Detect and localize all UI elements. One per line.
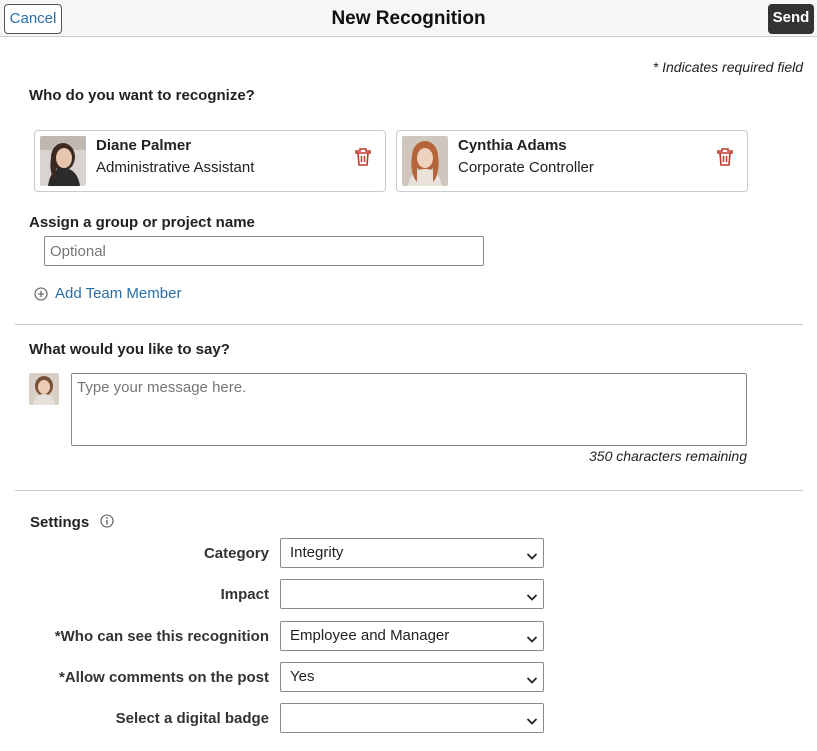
badge-label: Select a digital badge — [115, 710, 269, 727]
visibility-value: Employee and Manager — [290, 627, 450, 644]
group-name-input[interactable] — [44, 236, 484, 266]
message-heading: What would you like to say? — [29, 341, 230, 358]
chevron-down-icon — [526, 589, 538, 601]
chevron-down-icon — [526, 713, 538, 725]
badge-select[interactable] — [280, 703, 544, 733]
comments-select[interactable]: Yes — [280, 662, 544, 692]
visibility-select[interactable]: Employee and Manager — [280, 621, 544, 651]
recipient-name: Diane Palmer — [96, 137, 192, 154]
recipient-title: Corporate Controller — [458, 159, 594, 176]
recipient-title: Administrative Assistant — [96, 159, 255, 176]
comments-label: *Allow comments on the post — [58, 669, 269, 686]
recipient-photo — [402, 136, 448, 186]
group-label: Assign a group or project name — [29, 214, 255, 231]
chevron-down-icon — [526, 672, 538, 684]
category-label: Category — [203, 545, 269, 562]
recipients-heading: Who do you want to recognize? — [29, 87, 255, 104]
chevron-down-icon — [526, 631, 538, 643]
characters-remaining: 350 characters remaining — [589, 448, 747, 464]
cancel-button[interactable]: Cancel — [4, 4, 62, 34]
add-team-member-label: Add Team Member — [55, 285, 182, 302]
category-select[interactable]: Integrity — [280, 538, 544, 568]
impact-label: Impact — [220, 586, 269, 603]
message-textarea[interactable] — [71, 373, 747, 446]
category-value: Integrity — [290, 544, 344, 561]
settings-heading: Settings — [30, 514, 90, 531]
impact-select[interactable] — [280, 579, 544, 609]
send-button[interactable]: Send — [768, 4, 814, 34]
delete-recipient-icon[interactable] — [717, 148, 733, 166]
page-title: New Recognition — [331, 8, 486, 29]
recipient-photo — [40, 136, 86, 186]
comments-value: Yes — [290, 668, 315, 685]
chevron-down-icon — [526, 548, 538, 560]
recipient-card: Diane Palmer Administrative Assistant — [34, 130, 386, 192]
recipient-name: Cynthia Adams — [458, 137, 567, 154]
add-circle-icon — [34, 286, 48, 301]
recipient-card: Cynthia Adams Corporate Controller — [396, 130, 748, 192]
section-divider — [15, 490, 803, 491]
add-team-member-link[interactable]: Add Team Member — [34, 285, 181, 302]
avatar — [29, 373, 59, 405]
required-field-note: * Indicates required field — [652, 59, 803, 75]
delete-recipient-icon[interactable] — [355, 148, 371, 166]
info-icon[interactable] — [100, 514, 114, 528]
header-bar: New Recognition Cancel Send — [0, 0, 817, 37]
visibility-label: *Who can see this recognition — [54, 628, 269, 645]
section-divider — [15, 324, 803, 325]
